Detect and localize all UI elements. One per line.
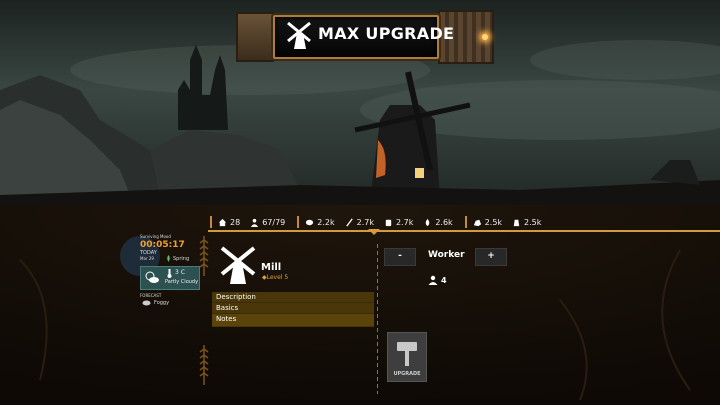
resource-stone: 2.5k [473, 218, 502, 227]
building-level: ◆Level 5 [262, 274, 288, 281]
building-name: Mill [261, 262, 282, 273]
tab-description[interactable]: Description [212, 292, 374, 303]
resource-value: 67/79 [262, 217, 286, 227]
thermometer-icon [167, 269, 172, 278]
time-weather-widget: Surviving Mood 00:05:17 TODAY Mar 29 Spr… [120, 234, 210, 314]
worker-count-value: 4 [441, 275, 447, 285]
game-view [0, 0, 720, 405]
resource-houses: 28 [218, 218, 240, 227]
banner-title: MAX UPGRADE [318, 24, 455, 43]
resource-separator [297, 216, 300, 228]
resource-value: 2.2k [317, 217, 335, 227]
wheat-ornament-icon [199, 236, 209, 276]
resource-value: 2.6k [435, 217, 453, 227]
resource-value: 2.7k [395, 217, 414, 227]
resource-bar-line [208, 230, 720, 232]
season: Spring [166, 255, 189, 262]
person-icon [428, 275, 438, 285]
hammer-icon [397, 342, 417, 366]
resource-separator [464, 216, 467, 228]
game-time: 00:05:17 [140, 240, 185, 250]
resource-grain: 2.5k [512, 218, 541, 227]
weather-condition: Partly Cloudy [165, 279, 199, 285]
spark-icon [482, 34, 488, 40]
resource-value: 2.5k [524, 217, 542, 227]
leaf-icon [167, 255, 170, 262]
temperature: 3 C [175, 269, 185, 276]
resource-value: 2.5k [484, 217, 503, 227]
windmill-icon [220, 246, 256, 284]
partly-cloudy-icon [145, 271, 159, 283]
wheat-ornament-icon [199, 345, 209, 385]
flour-icon [385, 219, 392, 226]
grain-sack-icon [513, 219, 520, 226]
game-date: Mar 29 [140, 256, 154, 261]
building-info-tabs: Description Basics Notes [212, 292, 374, 327]
resource-flour: 2.7k [384, 218, 413, 227]
forecast-value: Foggy [154, 300, 170, 306]
wood-icon [306, 219, 314, 225]
mood-label: Surviving Mood [140, 234, 171, 239]
water-icon [426, 218, 430, 226]
person-icon [251, 218, 259, 227]
resource-population: 67/79 [250, 218, 285, 227]
resource-separator [210, 216, 212, 228]
night-scene-background [0, 0, 720, 405]
tab-notes[interactable]: Notes [212, 314, 374, 327]
wheat-icon [345, 217, 353, 227]
fog-cloud-icon [142, 300, 151, 306]
worker-count: 4 [428, 275, 447, 285]
resource-wheat: 2.7k [345, 218, 374, 227]
stone-icon [473, 219, 481, 226]
banner-left-end [236, 12, 274, 62]
add-worker-button[interactable]: + [475, 248, 507, 266]
tab-basics[interactable]: Basics [212, 303, 374, 314]
upgrade-label: UPGRADE [393, 371, 421, 377]
weather-panel: 3 C Partly Cloudy [140, 266, 200, 290]
remove-worker-button[interactable]: - [384, 248, 416, 266]
resource-water: 2.6k [423, 217, 453, 227]
forecast-label: FORECAST [140, 293, 162, 298]
upgrade-button[interactable]: UPGRADE [387, 332, 427, 382]
resource-bar: 28 67/79 2.2k 2.7k 2.7k 2.6k 2.5k 2.5k [208, 214, 720, 230]
resource-wood: 2.2k [305, 217, 335, 227]
resource-value: 2.7k [356, 217, 374, 227]
resource-value: 28 [230, 217, 241, 227]
panel-collapse-arrow[interactable] [368, 229, 380, 235]
season-label: Spring [173, 255, 190, 262]
house-icon [218, 218, 227, 226]
panel-divider [377, 244, 378, 394]
max-upgrade-banner: MAX UPGRADE [236, 10, 496, 64]
worker-label: Worker [428, 250, 465, 260]
windmill-icon [287, 21, 311, 49]
building-level-label: Level 5 [266, 274, 289, 281]
forecast: Foggy [142, 300, 169, 306]
